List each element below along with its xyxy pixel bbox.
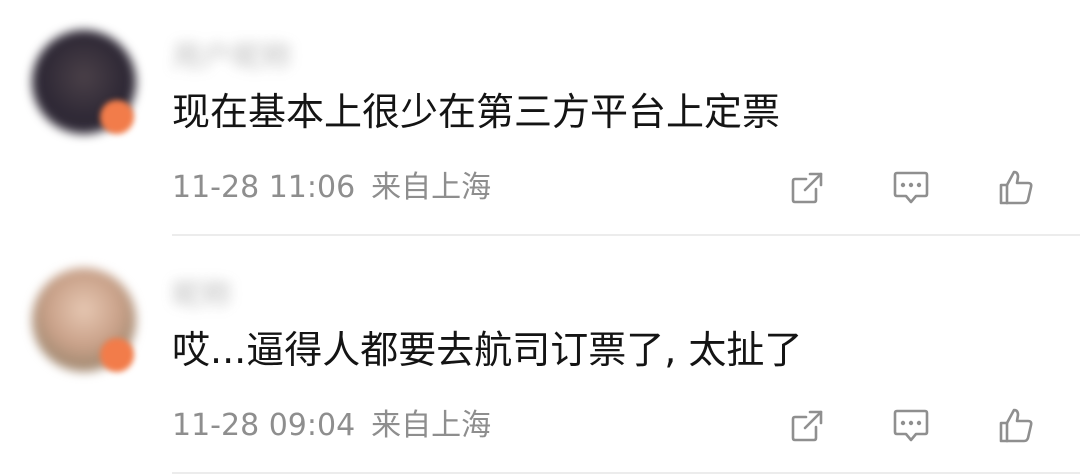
comment-text: 哎...逼得人都要去航司订票了, 太扯了: [172, 328, 803, 372]
comment-meta: 11-28 09:04 来自上海: [172, 406, 491, 446]
divider: [172, 472, 1080, 474]
comment-item: 昵称 哎...逼得人都要去航司订票了, 太扯了 11-28 09:04 来自上海: [0, 238, 1080, 468]
comment-icon: [893, 409, 929, 442]
comment-location: 来自上海: [371, 170, 492, 205]
avatar-badge: [100, 100, 134, 134]
reply-button[interactable]: [889, 404, 933, 448]
share-icon: [791, 172, 823, 204]
share-button[interactable]: [785, 166, 829, 210]
like-button[interactable]: [994, 404, 1038, 448]
username[interactable]: 用户昵称: [172, 32, 292, 76]
username[interactable]: 昵称: [172, 270, 232, 314]
comment-meta: 11-28 11:06 来自上海: [172, 168, 491, 208]
comment-text: 现在基本上很少在第三方平台上定票: [172, 90, 781, 134]
thumbs-up-icon: [999, 170, 1033, 205]
comment-icon: [893, 171, 929, 204]
comment-time: 11-28 09:04: [172, 408, 356, 443]
thumbs-up-icon: [999, 408, 1033, 443]
avatar-badge: [100, 338, 134, 372]
like-button[interactable]: [994, 166, 1038, 210]
divider: [172, 234, 1080, 236]
share-button[interactable]: [785, 404, 829, 448]
comment-item: 用户昵称 现在基本上很少在第三方平台上定票 11-28 11:06 来自上海: [0, 0, 1080, 230]
comment-time: 11-28 11:06: [172, 170, 356, 205]
reply-button[interactable]: [889, 166, 933, 210]
share-icon: [791, 410, 823, 442]
comment-location: 来自上海: [371, 408, 492, 443]
